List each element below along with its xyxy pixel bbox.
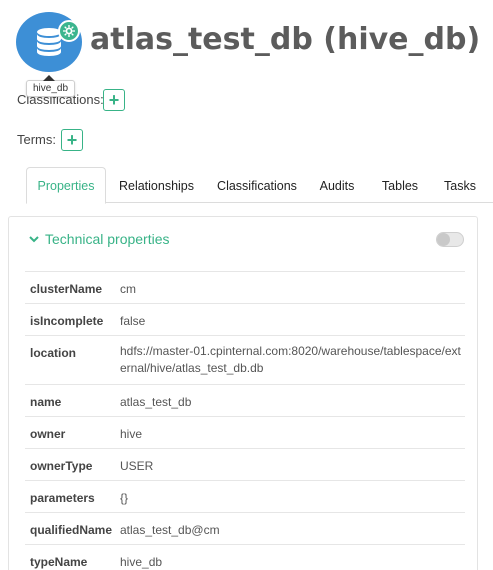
- table-row: qualifiedName atlas_test_db@cm: [25, 513, 465, 545]
- tab-classifications[interactable]: Classifications: [211, 167, 303, 204]
- tab-properties[interactable]: Properties: [26, 167, 106, 204]
- tab-tasks[interactable]: Tasks: [437, 167, 483, 204]
- database-icon: [16, 12, 82, 72]
- table-row: typeName hive_db: [25, 545, 465, 570]
- entity-type-tooltip: hive_db: [26, 75, 76, 97]
- plus-icon: +: [66, 129, 78, 150]
- property-value: false: [120, 314, 146, 328]
- add-classification-button[interactable]: +: [103, 89, 125, 111]
- property-key: name: [30, 395, 62, 409]
- toggle-knob: [437, 233, 450, 246]
- property-key: parameters: [30, 491, 95, 505]
- property-key: clusterName: [30, 282, 103, 296]
- add-term-button[interactable]: +: [61, 129, 83, 151]
- tab-audits[interactable]: Audits: [313, 167, 361, 204]
- table-row: clusterName cm: [25, 272, 465, 304]
- tab-bar: Properties Relationships Classifications…: [26, 167, 493, 204]
- property-key: typeName: [30, 555, 88, 569]
- property-value: hive_db: [120, 555, 163, 569]
- property-value: atlas_test_db@cm: [120, 523, 220, 537]
- table-row: isIncomplete false: [25, 304, 465, 336]
- tab-relationships[interactable]: Relationships: [110, 167, 203, 204]
- property-value: USER: [120, 459, 154, 473]
- table-row: owner hive: [25, 417, 465, 449]
- property-value: hive: [120, 427, 143, 441]
- property-key: qualifiedName: [30, 523, 113, 537]
- gear-icon: [58, 20, 80, 42]
- technical-properties-header[interactable]: Technical properties: [29, 231, 170, 247]
- chevron-down-icon: [29, 235, 39, 242]
- property-key: location: [30, 346, 77, 360]
- property-value: atlas_test_db: [120, 395, 192, 409]
- panel-title: Technical properties: [45, 231, 170, 247]
- property-key: owner: [30, 427, 66, 441]
- table-row: location hdfs://master-01.cpinternal.com…: [25, 336, 465, 385]
- page-title: atlas_test_db (hive_db): [90, 22, 481, 57]
- properties-table: clusterName cm isIncomplete false locati…: [25, 271, 465, 570]
- property-value: {}: [120, 491, 129, 505]
- terms-label: Terms:: [17, 132, 56, 147]
- property-key: ownerType: [30, 459, 93, 473]
- property-value: hdfs://master-01.cpinternal.com:8020/war…: [120, 344, 461, 375]
- entity-header: atlas_test_db (hive_db): [16, 12, 486, 74]
- toggle-switch[interactable]: [436, 232, 464, 247]
- tab-tables[interactable]: Tables: [375, 167, 425, 204]
- table-row: name atlas_test_db: [25, 385, 465, 417]
- table-row: parameters {}: [25, 481, 465, 513]
- property-value: cm: [120, 282, 136, 296]
- technical-properties-panel: Technical properties clusterName cm isIn…: [8, 216, 478, 570]
- plus-icon: +: [108, 89, 120, 110]
- table-row: ownerType USER: [25, 449, 465, 481]
- property-key: isIncomplete: [30, 314, 104, 328]
